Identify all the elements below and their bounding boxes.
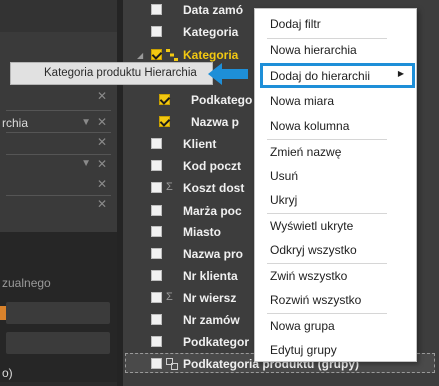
menu-separator xyxy=(267,313,387,314)
field-checkbox[interactable] xyxy=(151,248,162,259)
format-well[interactable] xyxy=(6,332,110,354)
field-label: Data zamó xyxy=(183,3,244,17)
field-checkbox[interactable] xyxy=(151,49,162,60)
field-checkbox[interactable] xyxy=(151,26,162,37)
field-checkbox[interactable] xyxy=(151,4,162,15)
divider xyxy=(6,110,111,111)
field-label: Podkatego xyxy=(191,93,253,107)
field-checkbox[interactable] xyxy=(151,138,162,149)
chevron-right-icon: ▶ xyxy=(397,69,404,78)
group-icon xyxy=(166,358,178,370)
menu-item-unhide-all[interactable]: Odkryj wszystko xyxy=(270,243,357,257)
pane-header xyxy=(0,0,117,32)
sigma-icon: Σ xyxy=(166,181,173,193)
well-label: rchia xyxy=(2,116,29,130)
field-checkbox[interactable] xyxy=(151,160,162,171)
menu-item-add-filter[interactable]: Dodaj filtr xyxy=(270,17,321,31)
remove-field-icon[interactable]: ✕ xyxy=(97,116,107,128)
field-label: Nazwa p xyxy=(191,115,240,129)
menu-item-collapse-all[interactable]: Zwiń wszystko xyxy=(270,269,347,283)
section-label: zualnego xyxy=(2,276,51,290)
field-label: Nr wiersz xyxy=(183,291,237,305)
field-checkbox[interactable] xyxy=(151,226,162,237)
field-label: Podkategor xyxy=(183,335,250,349)
menu-item-expand-all[interactable]: Rozwiń wszystko xyxy=(270,293,361,307)
hierarchy-icon xyxy=(166,49,178,61)
remove-field-icon[interactable]: ✕ xyxy=(97,136,107,148)
remove-field-icon[interactable]: ✕ xyxy=(97,90,107,102)
menu-item-delete[interactable]: Usuń xyxy=(270,169,298,183)
divider xyxy=(6,195,111,196)
field-label: Nr klienta xyxy=(183,269,238,283)
menu-separator xyxy=(267,213,387,214)
field-label: Miasto xyxy=(183,225,222,239)
remove-field-icon[interactable]: ✕ xyxy=(97,158,107,170)
visualizations-pane: ✕ rchia ▼ ✕ ✕ ▼ ✕ ✕ ✕ zualnego o) xyxy=(0,0,117,386)
menu-separator xyxy=(267,139,387,140)
field-checkbox[interactable] xyxy=(151,314,162,325)
field-checkbox[interactable] xyxy=(159,116,170,127)
menu-item-rename[interactable]: Zmień nazwę xyxy=(270,145,341,159)
field-label: Koszt dost xyxy=(183,181,245,195)
menu-item-new-column[interactable]: Nowa kolumna xyxy=(270,119,349,133)
field-checkbox[interactable] xyxy=(159,94,170,105)
field-label: Kod poczt xyxy=(183,159,241,173)
marker xyxy=(0,306,6,320)
field-checkbox[interactable] xyxy=(151,336,162,347)
menu-separator xyxy=(267,263,387,264)
divider xyxy=(6,154,111,155)
chevron-down-icon[interactable]: ▼ xyxy=(81,158,91,169)
field-checkbox[interactable] xyxy=(151,270,162,281)
menu-item-new-group[interactable]: Nowa grupa xyxy=(270,319,335,333)
menu-separator xyxy=(267,38,387,39)
menu-item-hide[interactable]: Ukryj xyxy=(270,193,297,207)
chevron-down-icon[interactable]: ▼ xyxy=(81,117,91,128)
arrow-left-icon xyxy=(208,63,248,85)
drag-preview-chip: Kategoria produktu Hierarchia xyxy=(10,62,213,85)
remove-field-icon[interactable]: ✕ xyxy=(97,178,107,190)
field-label: Nazwa pro xyxy=(183,247,244,261)
format-well[interactable] xyxy=(6,302,110,324)
menu-item-new-measure[interactable]: Nowa miara xyxy=(270,94,334,108)
collapse-icon[interactable]: ◢ xyxy=(137,51,143,60)
field-checkbox[interactable] xyxy=(151,292,162,303)
screen: ✕ rchia ▼ ✕ ✕ ▼ ✕ ✕ ✕ zualnego o) Data z… xyxy=(0,0,439,386)
field-checkbox[interactable] xyxy=(151,358,162,369)
field-label: Kategoria xyxy=(183,48,239,62)
divider xyxy=(6,132,111,133)
menu-item-new-hierarchy[interactable]: Nowa hierarchia xyxy=(270,43,357,57)
format-value: o) xyxy=(2,366,13,380)
field-label: Nr zamów xyxy=(183,313,240,327)
menu-item-add-to-hierarchy[interactable]: Dodaj do hierarchii xyxy=(270,69,370,83)
field-label: Klient xyxy=(183,137,217,151)
sigma-icon: Σ xyxy=(166,291,173,303)
field-label: Marża poc xyxy=(183,204,242,218)
chip-label: Kategoria produktu Hierarchia xyxy=(44,67,197,79)
remove-field-icon[interactable]: ✕ xyxy=(97,198,107,210)
field-checkbox[interactable] xyxy=(151,182,162,193)
field-checkbox[interactable] xyxy=(151,205,162,216)
menu-item-edit-groups[interactable]: Edytuj grupy xyxy=(270,343,337,357)
context-menu: Dodaj filtr Nowa hierarchia Dodaj do hie… xyxy=(254,8,417,362)
menu-item-view-hidden[interactable]: Wyświetl ukryte xyxy=(270,219,353,233)
field-label: Kategoria xyxy=(183,25,239,39)
